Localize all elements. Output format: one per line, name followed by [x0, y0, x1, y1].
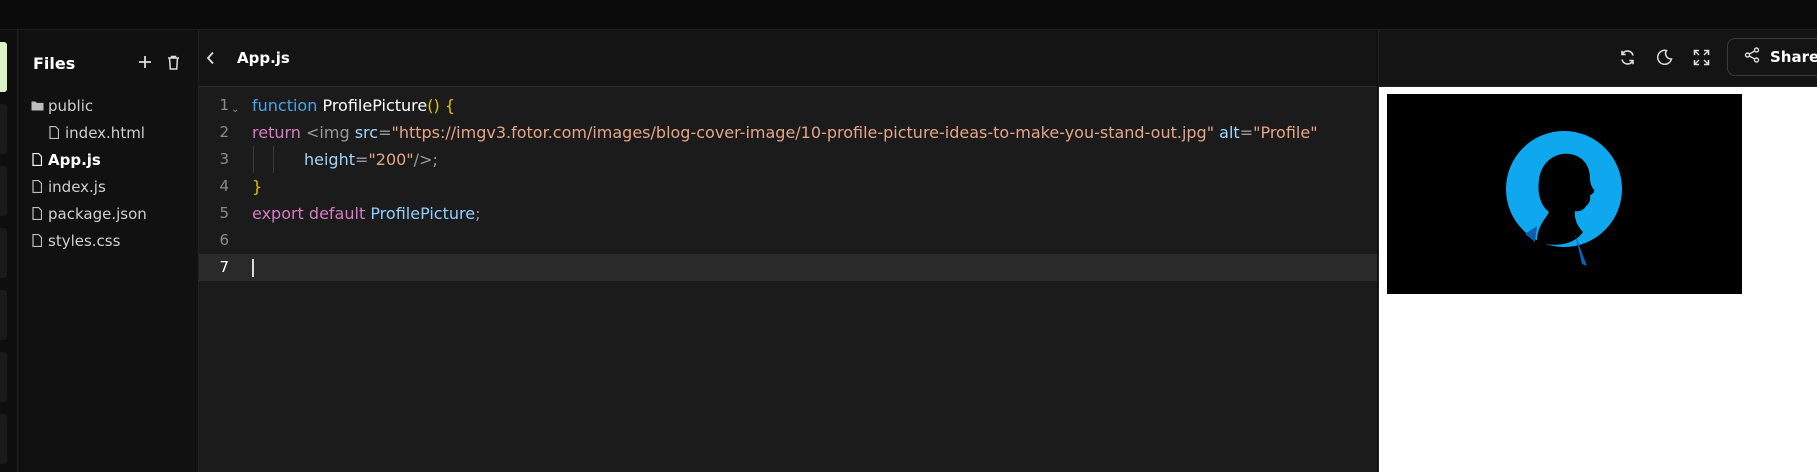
- dark-mode-icon[interactable]: [1654, 46, 1674, 68]
- files-title: Files: [33, 54, 76, 73]
- tree-item-label: styles.css: [48, 231, 121, 250]
- code-text: height="200"/>;: [304, 150, 438, 169]
- rail-tab[interactable]: [0, 414, 7, 464]
- share-label: Share: [1770, 48, 1817, 66]
- tree-folder-public[interactable]: public: [30, 92, 198, 119]
- code-area[interactable]: 1 ⌄ function ProfilePicture() { 2 return…: [199, 92, 1377, 281]
- file-tree: public index.html App.js index.js packag…: [30, 92, 198, 254]
- tree-file-package-json[interactable]: package.json: [30, 200, 198, 227]
- indent-guide: [253, 146, 254, 173]
- tree-item-label: public: [48, 96, 94, 115]
- folder-icon: [30, 100, 44, 111]
- delete-icon[interactable]: [164, 52, 182, 72]
- code-line-current: 7: [199, 254, 1377, 281]
- code-line: 4 }: [199, 173, 1377, 200]
- text-caret: [252, 259, 254, 277]
- code-text: export default ProfilePicture;: [252, 204, 481, 223]
- code-editor[interactable]: App.js 1 ⌄ function ProfilePicture() { 2…: [199, 30, 1377, 472]
- tree-file-index-js[interactable]: index.js: [30, 173, 198, 200]
- code-text: return <img src="https://imgv3.fotor.com…: [252, 123, 1318, 142]
- add-file-icon[interactable]: [136, 52, 154, 72]
- code-text: function ProfilePicture() {: [252, 96, 455, 115]
- line-number: 2: [219, 123, 229, 141]
- tree-file-styles-css[interactable]: styles.css: [30, 227, 198, 254]
- rail-tab[interactable]: [0, 104, 7, 154]
- file-icon: [47, 126, 61, 139]
- line-number: 1: [219, 96, 229, 114]
- preview-toolbar: Share: [1379, 30, 1817, 87]
- file-icon: [30, 207, 44, 220]
- tree-item-label: index.html: [65, 123, 145, 142]
- chevron-left-icon[interactable]: [201, 48, 219, 68]
- tree-file-index-html[interactable]: index.html: [30, 119, 198, 146]
- preview-panel: Share: [1378, 30, 1817, 472]
- rail-tab[interactable]: [0, 228, 7, 278]
- share-button[interactable]: Share: [1727, 38, 1817, 76]
- tree-item-label: App.js: [48, 150, 101, 169]
- code-line: 1 ⌄ function ProfilePicture() {: [199, 92, 1377, 119]
- file-explorer: Files public index.html App.js index.js …: [18, 30, 199, 472]
- indent-guide: [273, 146, 274, 173]
- editor-tab-bar: App.js: [199, 30, 1377, 87]
- code-text: }: [252, 177, 263, 196]
- profile-image: [1387, 94, 1742, 294]
- code-line: 2 return <img src="https://imgv3.fotor.c…: [199, 119, 1377, 146]
- line-number: 5: [219, 204, 229, 222]
- file-icon: [30, 180, 44, 193]
- code-line: 3 height="200"/>;: [199, 146, 1377, 173]
- left-activity-rail: [0, 30, 18, 472]
- file-icon: [30, 153, 44, 166]
- tree-item-label: index.js: [48, 177, 106, 196]
- share-icon: [1744, 47, 1760, 67]
- rail-tab-active[interactable]: [0, 42, 7, 92]
- tree-file-app-js[interactable]: App.js: [30, 146, 198, 173]
- line-number: 6: [219, 231, 229, 249]
- rail-tab[interactable]: [0, 166, 7, 216]
- tree-item-label: package.json: [48, 204, 147, 223]
- code-line: 6: [199, 227, 1377, 254]
- rail-tab[interactable]: [0, 290, 7, 340]
- editor-tab-title[interactable]: App.js: [237, 49, 290, 67]
- top-bar: [0, 0, 1817, 30]
- rail-tab[interactable]: [0, 352, 7, 402]
- line-number: 4: [219, 177, 229, 195]
- line-number: 7: [219, 258, 229, 276]
- code-line: 5 export default ProfilePicture;: [199, 200, 1377, 227]
- file-icon: [30, 234, 44, 247]
- refresh-icon[interactable]: [1617, 46, 1637, 68]
- fullscreen-icon[interactable]: [1691, 46, 1711, 68]
- line-number: 3: [219, 150, 229, 168]
